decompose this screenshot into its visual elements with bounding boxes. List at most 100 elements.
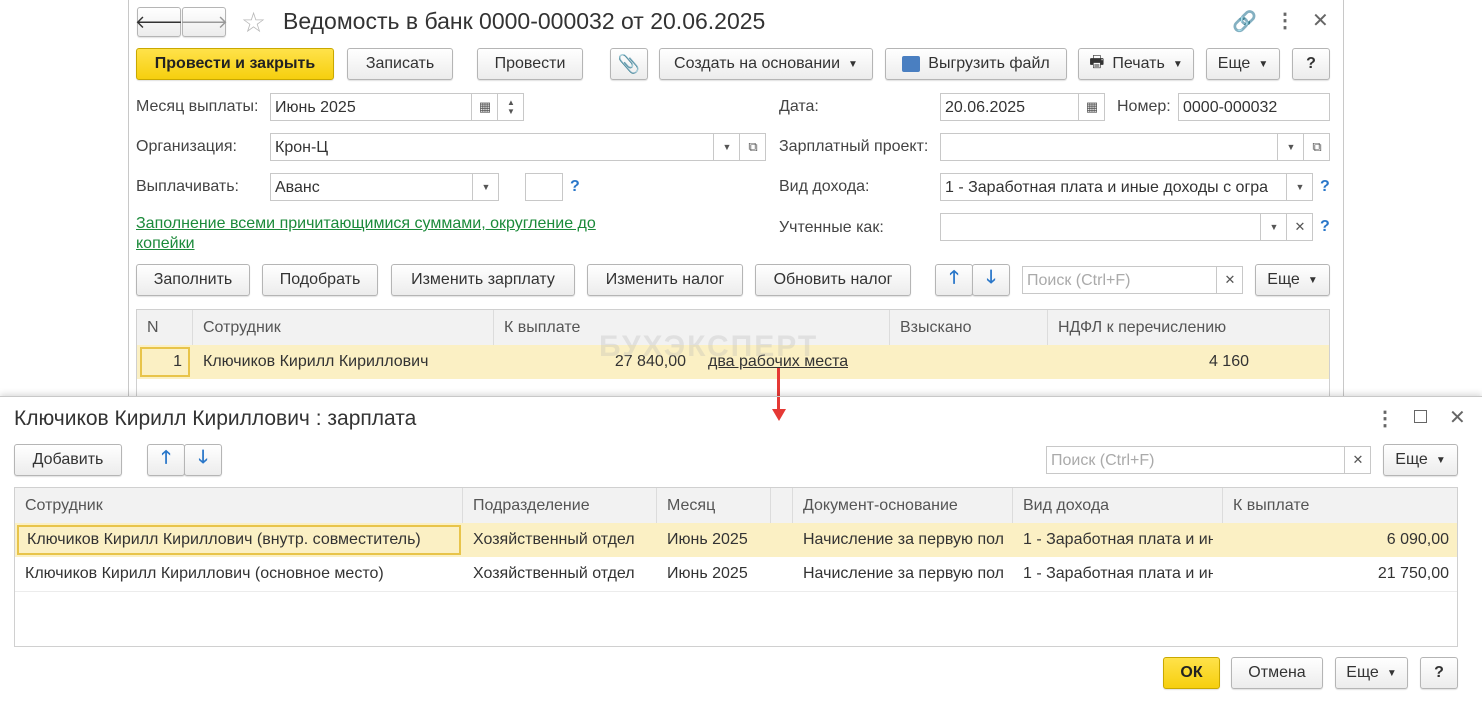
col-ndfl[interactable]: НДФЛ к перечислению [1048,310,1329,345]
forward-button[interactable]: 🡒 [179,7,229,37]
help-icon[interactable]: ? [570,178,580,196]
cancel-button[interactable]: Отмена [1231,657,1323,689]
col-amount[interactable]: К выплате [1223,488,1457,523]
dropdown-arrow-icon: ▼ [1307,274,1318,286]
link-icon[interactable]: 🔗 [1232,9,1257,34]
calendar-icon[interactable]: ▦ [471,94,498,120]
row-amount[interactable]: 21 750,00 [1223,557,1449,591]
row-base-document[interactable]: Начисление за первую половину [803,523,1003,557]
row-employee[interactable]: Ключиков Кирилл Кириллович (основное мес… [25,557,384,591]
change-tax-button[interactable]: Изменить налог [587,264,743,296]
col-department[interactable]: Подразделение [463,488,657,523]
col-withheld[interactable]: Взыскано [890,310,1048,345]
salary-dialog: Ключиков Кирилл Кириллович : зарплата ⋮ … [0,396,1482,703]
move-up-button[interactable]: 🡑 [935,264,973,296]
row-department[interactable]: Хозяйственный отдел [473,523,653,557]
col-employee[interactable]: Сотрудник [193,310,494,345]
organization-label: Организация: [136,138,237,155]
dialog-search-input[interactable]: Поиск (Ctrl+F) ✕ [1046,446,1371,474]
dropdown-arrow-icon[interactable]: ▼ [713,134,740,160]
date-field[interactable]: 20.06.2025 ▦ [940,93,1105,121]
percent-field[interactable] [525,173,563,201]
dropdown-arrow-icon[interactable]: ▼ [472,174,499,200]
table-row[interactable]: Ключиков Кирилл Кириллович (основное мес… [15,557,1457,592]
spin-icon[interactable]: ▲ ▼ [497,94,524,120]
window-title: Ведомость в банк 0000-000032 от 20.06.20… [283,8,766,34]
salary-project-field[interactable]: ▼ ⧉ [940,133,1330,161]
row-base-document[interactable]: Начисление за первую половину [803,557,1003,591]
update-tax-button[interactable]: Обновить налог [755,264,911,296]
pick-button[interactable]: Подобрать [262,264,378,296]
help-button[interactable]: ? [1292,48,1330,80]
row-employee[interactable]: Ключиков Кирилл Кириллович [203,345,428,379]
row-income-type[interactable]: 1 - Заработная плата и иные [1023,557,1213,591]
number-field[interactable]: 0000-000032 [1178,93,1330,121]
dropdown-arrow-icon[interactable]: ▼ [1286,174,1313,200]
more-menu-icon[interactable]: ⋮ [1375,406,1395,431]
maximize-icon[interactable] [1414,410,1427,423]
open-icon[interactable]: ⧉ [1303,134,1330,160]
col-n[interactable]: N [137,310,193,345]
fill-button[interactable]: Заполнить [136,264,250,296]
document-window: 🡐 🡒 ☆ Ведомость в банк 0000-000032 от 20… [128,0,1344,420]
accounted-as-field[interactable]: ▼ ✕ [940,213,1313,241]
post-and-close-button[interactable]: Провести и закрыть [136,48,334,80]
export-file-button[interactable]: Выгрузить файл [885,48,1067,80]
dropdown-arrow-icon: ▼ [1258,58,1269,70]
col-base-document[interactable]: Документ-основание [793,488,1013,523]
help-icon[interactable]: ? [1320,178,1330,196]
add-button[interactable]: Добавить [14,444,122,476]
row-withheld[interactable] [890,345,1048,379]
attach-button[interactable]: 📎 [610,48,648,80]
watermark: БУХЭКСПЕРТ [599,330,819,363]
ok-button[interactable]: ОК [1163,657,1220,689]
write-button[interactable]: Записать [347,48,453,80]
row-employee[interactable]: Ключиков Кирилл Кириллович (внутр. совме… [17,525,461,555]
close-icon[interactable]: ✕ [1312,8,1329,33]
dialog-more-button[interactable]: Еще ▼ [1383,444,1458,476]
row-number[interactable]: 1 [140,347,190,377]
pay-label: Выплачивать: [136,178,239,195]
income-type-field[interactable]: 1 - Заработная плата и иные доходы с огр… [940,173,1313,201]
dropdown-arrow-icon[interactable]: ▼ [1260,214,1287,240]
organization-field[interactable]: Крон-Ц ▼ ⧉ [270,133,766,161]
close-icon[interactable]: ✕ [1449,405,1466,430]
open-icon[interactable]: ⧉ [739,134,766,160]
post-button[interactable]: Провести [477,48,583,80]
more-button[interactable]: Еще ▼ [1206,48,1280,80]
create-based-button[interactable]: Создать на основании ▼ [659,48,873,80]
clear-icon[interactable]: ✕ [1216,267,1243,293]
clear-icon[interactable]: ✕ [1286,214,1313,240]
month-field[interactable]: Июнь 2025 ▦ ▲ ▼ [270,93,524,121]
help-icon[interactable]: ? [1320,218,1330,236]
row-income-type[interactable]: 1 - Заработная плата и иные [1023,523,1213,557]
clear-icon[interactable]: ✕ [1344,447,1371,473]
pay-field[interactable]: Аванс ▼ [270,173,499,201]
more-menu-icon[interactable]: ⋮ [1275,8,1295,33]
col-narrow[interactable] [771,488,793,523]
move-up-button[interactable]: 🡑 [147,444,185,476]
fill-settings-link[interactable]: Заполнение всеми причитающимися суммами,… [136,214,636,254]
back-button[interactable]: 🡐 [135,7,183,37]
row-month[interactable]: Июнь 2025 [667,557,767,591]
row-department[interactable]: Хозяйственный отдел [473,557,653,591]
table-search-input[interactable]: Поиск (Ctrl+F) ✕ [1022,266,1243,294]
print-button[interactable]: 🖶 Печать ▼ [1078,48,1194,80]
move-down-button[interactable]: 🡓 [184,444,222,476]
arrow-right-icon: 🡒 [179,11,229,32]
table-more-button[interactable]: Еще ▼ [1255,264,1330,296]
col-employee[interactable]: Сотрудник [15,488,463,523]
col-month[interactable]: Месяц [657,488,771,523]
help-button[interactable]: ? [1420,657,1458,689]
row-ndfl[interactable]: 4 160 [1048,345,1257,379]
row-amount[interactable]: 6 090,00 [1223,523,1449,557]
calendar-icon[interactable]: ▦ [1078,94,1105,120]
change-salary-button[interactable]: Изменить зарплату [391,264,575,296]
col-income-type[interactable]: Вид дохода [1013,488,1223,523]
footer-more-button[interactable]: Еще ▼ [1335,657,1408,689]
row-month[interactable]: Июнь 2025 [667,523,767,557]
table-row[interactable]: Ключиков Кирилл Кириллович (внутр. совме… [15,523,1457,557]
dropdown-arrow-icon[interactable]: ▼ [1277,134,1304,160]
move-down-button[interactable]: 🡓 [972,264,1010,296]
star-icon[interactable]: ☆ [241,6,266,39]
